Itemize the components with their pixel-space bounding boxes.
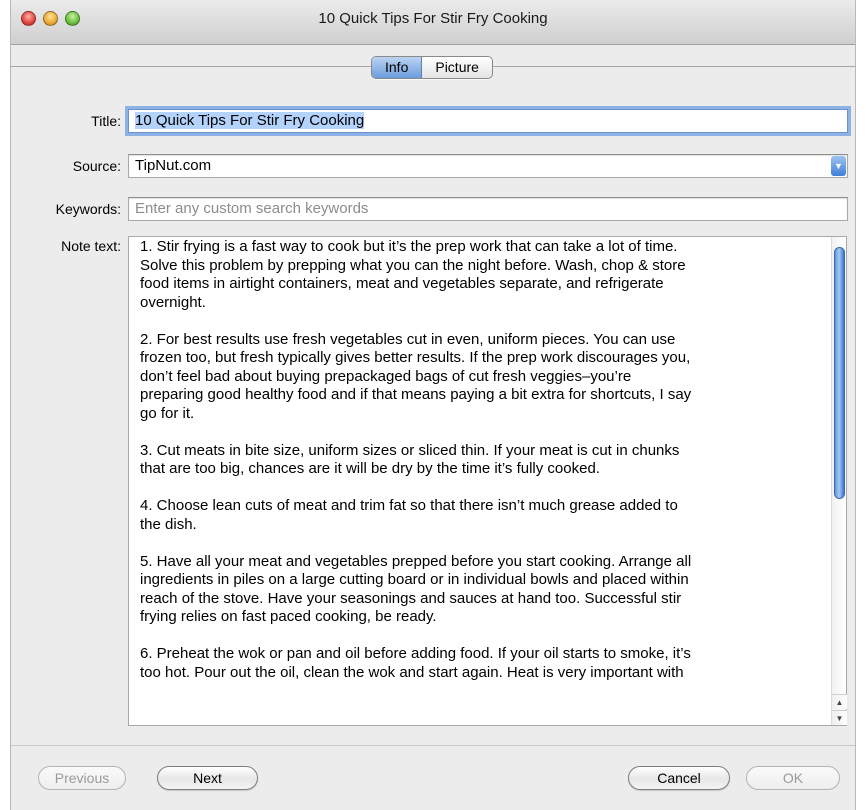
arrow-down-icon[interactable]: ▼: [832, 710, 847, 725]
title-bar[interactable]: 10 Quick Tips For Stir Fry Cooking: [11, 0, 855, 45]
dialog-window: 10 Quick Tips For Stir Fry Cooking Info …: [10, 0, 856, 810]
keywords-label: Keywords:: [55, 201, 121, 217]
note-paragraph: 5. Have all your meat and vegetables pre…: [140, 552, 692, 626]
ok-button[interactable]: OK: [746, 766, 840, 790]
chevron-down-icon[interactable]: ▼: [831, 156, 846, 176]
footer-divider: [11, 745, 855, 746]
cancel-button[interactable]: Cancel: [628, 766, 730, 790]
keywords-placeholder: Enter any custom search keywords: [135, 200, 369, 217]
note-text-area[interactable]: 1. Stir frying is a fast way to cook but…: [128, 236, 847, 726]
tab-picture[interactable]: Picture: [422, 57, 492, 78]
note-text-label: Note text:: [61, 238, 121, 254]
tab-info[interactable]: Info: [372, 57, 423, 78]
vertical-scrollbar[interactable]: ▲ ▼: [831, 237, 847, 725]
previous-button[interactable]: Previous: [38, 766, 126, 790]
note-paragraph: 6. Preheat the wok or pan and oil before…: [140, 645, 691, 681]
keywords-field[interactable]: Enter any custom search keywords: [128, 197, 848, 221]
tab-control: Info Picture: [371, 56, 493, 79]
source-value: TipNut.com: [135, 157, 212, 174]
title-label: Title:: [91, 113, 121, 129]
title-field[interactable]: 10 Quick Tips For Stir Fry Cooking: [128, 109, 848, 133]
arrow-up-icon[interactable]: ▲: [832, 694, 847, 709]
source-label: Source:: [72, 158, 121, 174]
source-combobox[interactable]: TipNut.com ▼: [128, 154, 848, 178]
note-text-content[interactable]: 1. Stir frying is a fast way to cook but…: [129, 237, 821, 725]
note-paragraph: 1. Stir frying is a fast way to cook but…: [140, 238, 686, 311]
note-paragraph: 4. Choose lean cuts of meat and trim fat…: [140, 497, 678, 533]
scroll-thumb[interactable]: [834, 247, 845, 499]
note-paragraph: 3. Cut meats in bite size, uniform sizes…: [140, 441, 680, 478]
title-field-value: 10 Quick Tips For Stir Fry Cooking: [135, 112, 365, 129]
next-button[interactable]: Next: [157, 766, 258, 790]
window-title: 10 Quick Tips For Stir Fry Cooking: [318, 10, 548, 27]
note-paragraph: 2. For best results use fresh vegetables…: [140, 330, 692, 422]
